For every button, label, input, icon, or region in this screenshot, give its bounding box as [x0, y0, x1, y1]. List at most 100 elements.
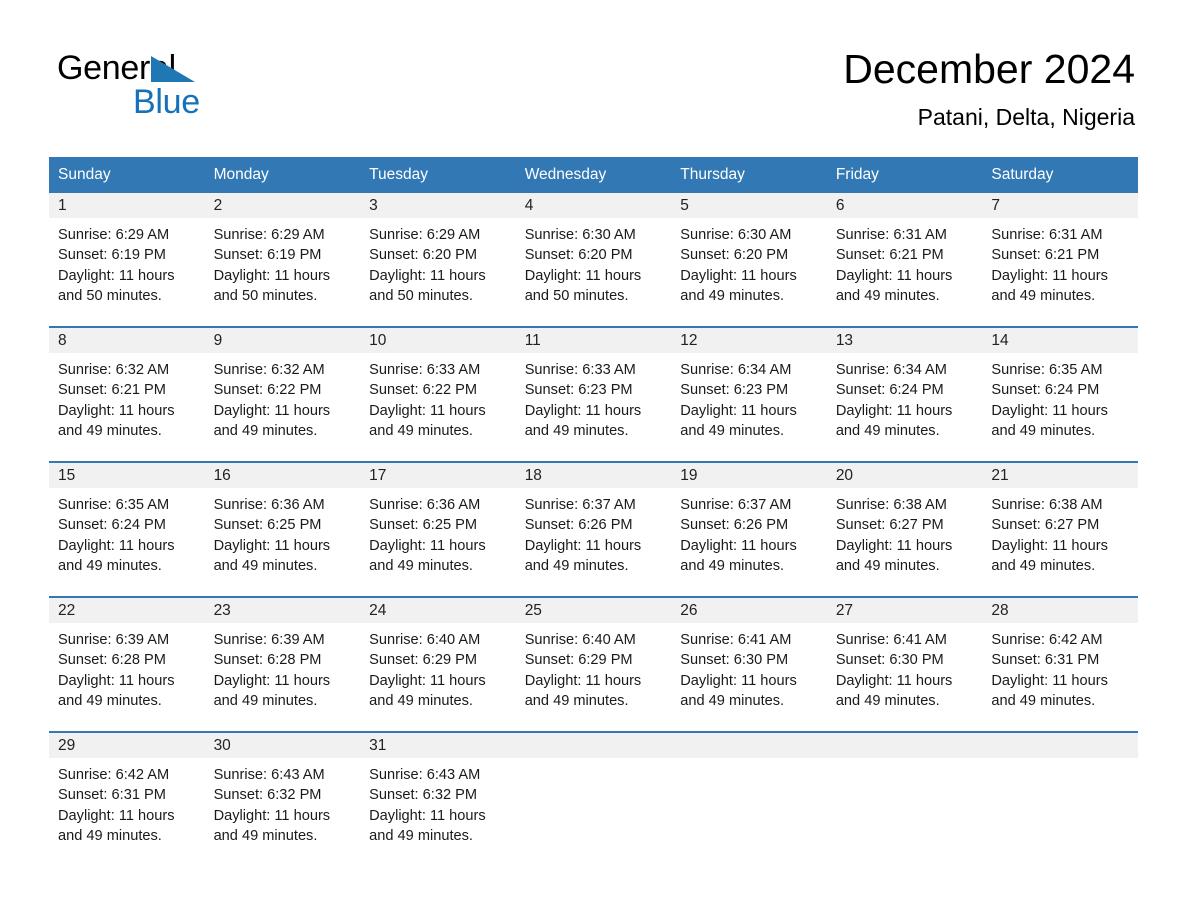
daylight-text-line2: and 49 minutes. [213, 692, 318, 709]
sunset-text: Sunset: 6:20 PM [680, 247, 789, 264]
day-details: Sunrise: 6:34 AM Sunset: 6:23 PM Dayligh… [671, 353, 827, 441]
sunrise-text: Sunrise: 6:39 AM [58, 632, 170, 648]
day-number: 31 [369, 737, 387, 754]
calendar-day-cell[interactable]: 7 Sunrise: 6:31 AM Sunset: 6:21 PM Dayli… [982, 193, 1138, 327]
calendar-day-cell[interactable]: 26 Sunrise: 6:41 AM Sunset: 6:30 PM Dayl… [671, 596, 827, 732]
logo-triangle-icon [151, 56, 195, 82]
sunset-text: Sunset: 6:21 PM [835, 247, 944, 264]
day-cell-inner: 25 Sunrise: 6:40 AM Sunset: 6:29 PM Dayl… [515, 598, 672, 731]
daylight-text-line1: Daylight: 11 hours [835, 672, 953, 689]
calendar-day-cell[interactable]: 28 Sunrise: 6:42 AM Sunset: 6:31 PM Dayl… [982, 596, 1138, 732]
day-cell-inner: 17 Sunrise: 6:36 AM Sunset: 6:25 PM Dayl… [360, 463, 516, 596]
calendar-day-cell[interactable]: 6 Sunrise: 6:31 AM Sunset: 6:21 PM Dayli… [826, 193, 983, 327]
daylight-text-line2: and 50 minutes. [213, 287, 318, 304]
calendar-day-cell[interactable]: 3 Sunrise: 6:29 AM Sunset: 6:20 PM Dayli… [360, 193, 516, 327]
day-cell-inner: 31 Sunrise: 6:43 AM Sunset: 6:32 PM Dayl… [360, 733, 516, 866]
sunrise-text: Sunrise: 6:40 AM [524, 632, 636, 648]
daylight-text-line2: and 49 minutes. [58, 692, 162, 709]
day-cell-inner: 24 Sunrise: 6:40 AM Sunset: 6:29 PM Dayl… [360, 598, 516, 731]
logo-bottom-row: Blue [57, 85, 317, 121]
calendar-day-cell[interactable]: 14 Sunrise: 6:35 AM Sunset: 6:24 PM Dayl… [982, 326, 1138, 462]
daylight-text-line2: and 49 minutes. [58, 422, 162, 439]
day-details: Sunrise: 6:42 AM Sunset: 6:31 PM Dayligh… [982, 623, 1138, 711]
day-cell-inner: 11 Sunrise: 6:33 AM Sunset: 6:23 PM Dayl… [515, 328, 672, 461]
day-cell-inner: 2 Sunrise: 6:29 AM Sunset: 6:19 PM Dayli… [204, 193, 361, 326]
day-details: Sunrise: 6:35 AM Sunset: 6:24 PM Dayligh… [982, 353, 1138, 441]
calendar-day-cell[interactable]: 15 Sunrise: 6:35 AM Sunset: 6:24 PM Dayl… [49, 461, 205, 597]
day-number-band: 11 [515, 328, 672, 353]
sunrise-text: Sunrise: 6:37 AM [680, 497, 792, 513]
calendar-day-cell[interactable]: 30 Sunrise: 6:43 AM Sunset: 6:32 PM Dayl… [204, 731, 361, 866]
sunset-text: Sunset: 6:31 PM [58, 787, 166, 804]
title-block: December 2024 Patani, Delta, Nigeria [843, 44, 1135, 132]
calendar-day-cell[interactable]: 24 Sunrise: 6:40 AM Sunset: 6:29 PM Dayl… [360, 596, 516, 732]
day-number-band: 15 [49, 463, 205, 488]
empty-day-band [826, 733, 983, 758]
calendar-day-cell-empty [515, 731, 672, 866]
calendar-day-cell[interactable]: 31 Sunrise: 6:43 AM Sunset: 6:32 PM Dayl… [360, 731, 516, 866]
daylight-text-line1: Daylight: 11 hours [835, 537, 953, 554]
day-number: 25 [524, 602, 542, 619]
day-number-band: 6 [826, 193, 983, 218]
calendar-day-cell[interactable]: 21 Sunrise: 6:38 AM Sunset: 6:27 PM Dayl… [982, 461, 1138, 597]
day-details: Sunrise: 6:36 AM Sunset: 6:25 PM Dayligh… [205, 488, 361, 576]
sunset-text: Sunset: 6:24 PM [58, 517, 166, 534]
sunrise-text: Sunrise: 6:42 AM [991, 632, 1103, 648]
calendar-day-cell[interactable]: 16 Sunrise: 6:36 AM Sunset: 6:25 PM Dayl… [204, 461, 361, 597]
day-details: Sunrise: 6:31 AM Sunset: 6:21 PM Dayligh… [827, 218, 983, 306]
day-number: 22 [58, 602, 76, 619]
day-details: Sunrise: 6:37 AM Sunset: 6:26 PM Dayligh… [516, 488, 672, 576]
calendar-day-cell[interactable]: 20 Sunrise: 6:38 AM Sunset: 6:27 PM Dayl… [826, 461, 983, 597]
calendar-day-cell[interactable]: 18 Sunrise: 6:37 AM Sunset: 6:26 PM Dayl… [515, 461, 672, 597]
calendar-day-cell-empty [826, 731, 983, 866]
calendar-day-cell[interactable]: 10 Sunrise: 6:33 AM Sunset: 6:22 PM Dayl… [360, 326, 516, 462]
calendar-day-cell[interactable]: 17 Sunrise: 6:36 AM Sunset: 6:25 PM Dayl… [360, 461, 516, 597]
day-number-band: 30 [204, 733, 361, 758]
calendar-day-cell[interactable]: 9 Sunrise: 6:32 AM Sunset: 6:22 PM Dayli… [204, 326, 361, 462]
sunset-text: Sunset: 6:31 PM [991, 652, 1100, 669]
calendar-day-cell[interactable]: 4 Sunrise: 6:30 AM Sunset: 6:20 PM Dayli… [515, 193, 672, 327]
daylight-text-line1: Daylight: 11 hours [58, 807, 175, 824]
sunrise-text: Sunrise: 6:41 AM [680, 632, 792, 648]
daylight-text-line1: Daylight: 11 hours [213, 672, 331, 689]
calendar-day-cell[interactable]: 2 Sunrise: 6:29 AM Sunset: 6:19 PM Dayli… [204, 193, 361, 327]
day-cell-inner: 8 Sunrise: 6:32 AM Sunset: 6:21 PM Dayli… [49, 328, 205, 461]
daylight-text-line1: Daylight: 11 hours [991, 267, 1108, 284]
calendar-day-cell[interactable]: 5 Sunrise: 6:30 AM Sunset: 6:20 PM Dayli… [671, 193, 827, 327]
day-details: Sunrise: 6:35 AM Sunset: 6:24 PM Dayligh… [49, 488, 205, 576]
calendar-day-cell[interactable]: 8 Sunrise: 6:32 AM Sunset: 6:21 PM Dayli… [49, 326, 205, 462]
calendar-week-row: 29 Sunrise: 6:42 AM Sunset: 6:31 PM Dayl… [49, 731, 1138, 866]
empty-day-cell [515, 733, 672, 866]
daylight-text-line1: Daylight: 11 hours [991, 537, 1108, 554]
sunrise-text: Sunrise: 6:36 AM [369, 497, 481, 513]
calendar-day-cell[interactable]: 27 Sunrise: 6:41 AM Sunset: 6:30 PM Dayl… [826, 596, 983, 732]
calendar-day-cell[interactable]: 25 Sunrise: 6:40 AM Sunset: 6:29 PM Dayl… [515, 596, 672, 732]
calendar-day-cell[interactable]: 1 Sunrise: 6:29 AM Sunset: 6:19 PM Dayli… [49, 193, 205, 327]
calendar-day-cell[interactable]: 29 Sunrise: 6:42 AM Sunset: 6:31 PM Dayl… [49, 731, 205, 866]
day-cell-inner: 13 Sunrise: 6:34 AM Sunset: 6:24 PM Dayl… [826, 328, 983, 461]
weekday-header-wednesday: Wednesday [515, 157, 672, 193]
calendar-day-cell[interactable]: 19 Sunrise: 6:37 AM Sunset: 6:26 PM Dayl… [671, 461, 827, 597]
daylight-text-line2: and 49 minutes. [991, 557, 1096, 574]
sunrise-text: Sunrise: 6:35 AM [991, 362, 1103, 378]
calendar-day-cell[interactable]: 11 Sunrise: 6:33 AM Sunset: 6:23 PM Dayl… [515, 326, 672, 462]
calendar-day-cell[interactable]: 22 Sunrise: 6:39 AM Sunset: 6:28 PM Dayl… [49, 596, 205, 732]
daylight-text-line1: Daylight: 11 hours [680, 537, 797, 554]
calendar-day-cell[interactable]: 12 Sunrise: 6:34 AM Sunset: 6:23 PM Dayl… [671, 326, 827, 462]
generalblue-logo: General Blue [57, 49, 317, 121]
day-cell-inner: 9 Sunrise: 6:32 AM Sunset: 6:22 PM Dayli… [204, 328, 361, 461]
day-number-band: 1 [49, 193, 205, 218]
day-number-band: 12 [671, 328, 827, 353]
day-number-band: 2 [204, 193, 361, 218]
day-number: 9 [213, 332, 223, 349]
sunrise-text: Sunrise: 6:41 AM [835, 632, 947, 648]
calendar-day-cell[interactable]: 23 Sunrise: 6:39 AM Sunset: 6:28 PM Dayl… [204, 596, 361, 732]
day-cell-inner: 22 Sunrise: 6:39 AM Sunset: 6:28 PM Dayl… [49, 598, 205, 731]
calendar-day-cell[interactable]: 13 Sunrise: 6:34 AM Sunset: 6:24 PM Dayl… [826, 326, 983, 462]
day-details: Sunrise: 6:41 AM Sunset: 6:30 PM Dayligh… [827, 623, 983, 711]
day-number-band: 14 [982, 328, 1138, 353]
sunrise-text: Sunrise: 6:32 AM [58, 362, 170, 378]
day-cell-inner: 1 Sunrise: 6:29 AM Sunset: 6:19 PM Dayli… [49, 193, 205, 326]
day-number: 18 [524, 467, 542, 484]
day-number: 5 [680, 197, 689, 214]
